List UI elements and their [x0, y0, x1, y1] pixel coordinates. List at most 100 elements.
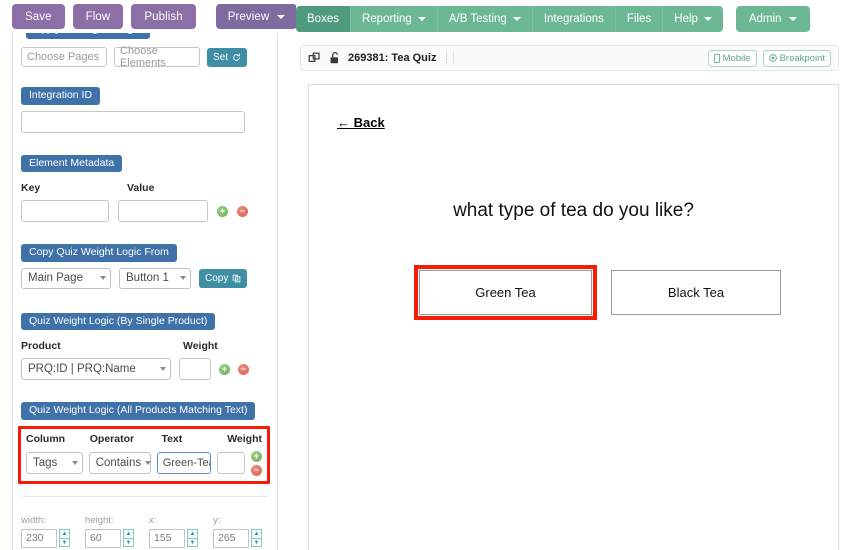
metadata-value-label: Value	[127, 182, 155, 194]
top-nav-bar: Boxes Reporting A/B Testing Integrations…	[296, 0, 843, 32]
height-stepper[interactable]: ▲ ▼	[123, 529, 134, 547]
chevron-down-icon	[512, 16, 521, 21]
back-link[interactable]: ← Back	[337, 115, 385, 130]
metadata-key-label: Key	[21, 182, 41, 194]
breakpoint-button[interactable]: Breakpoint	[762, 49, 831, 67]
column-select-value: Tags	[33, 457, 58, 469]
match-text-input[interactable]: Green-Tea	[156, 452, 212, 474]
upload-button[interactable]	[277, 524, 278, 548]
integration-id-input[interactable]	[21, 110, 245, 133]
operator-label: Operator	[89, 432, 135, 445]
app-root: Save Flow Publish Preview Apply To Singl…	[0, 0, 843, 550]
height-label: height:	[85, 514, 114, 526]
nav-item-boxes[interactable]: Boxes	[296, 5, 351, 32]
stepper-down-icon[interactable]: ▼	[187, 538, 198, 547]
x-label: x:	[149, 514, 157, 526]
copy-icon	[233, 274, 241, 282]
copy-button[interactable]: Copy	[199, 268, 248, 288]
stepper-up-icon[interactable]: ▲	[123, 529, 134, 538]
chevron-down-icon	[100, 276, 106, 280]
product-select[interactable]: PRQ:ID | PRQ:Name	[21, 358, 171, 380]
choose-elements-input[interactable]: Choose Elements	[114, 45, 200, 69]
save-button[interactable]: Save	[12, 4, 65, 29]
x-input[interactable]: 155	[149, 528, 185, 548]
weight-label-single: Weight	[183, 340, 218, 352]
choice-black-tea[interactable]: Black Tea	[611, 270, 781, 315]
mobile-toggle-button[interactable]: Mobile	[707, 49, 757, 67]
nav-item-integrations[interactable]: Integrations	[533, 5, 616, 32]
nav-item-files[interactable]: Files	[616, 5, 664, 32]
metadata-header-row: Key Value	[21, 182, 269, 194]
breakpoint-label: Breakpoint	[779, 52, 825, 64]
x-field: x: 155 ▲ ▼	[149, 515, 198, 548]
nav-item-help[interactable]: Help	[663, 6, 723, 32]
column-label: Column	[26, 432, 66, 445]
nav-item-reporting-label: Reporting	[361, 12, 412, 25]
apply-section-badge: Apply To Single Widget	[26, 33, 150, 39]
choice-green-tea[interactable]: Green Tea	[419, 270, 592, 315]
stepper-up-icon[interactable]: ▲	[187, 529, 198, 538]
product-select-value: PRQ:ID | PRQ:Name	[28, 363, 136, 375]
y-stepper[interactable]: ▲ ▼	[251, 529, 262, 547]
copy-quiz-weight-row: Main Page Button 1 Copy	[21, 267, 269, 289]
stepper-down-icon[interactable]: ▼	[123, 538, 134, 547]
chevron-down-icon	[417, 16, 426, 21]
apply-section-badge-clipped: Apply To Single Widget	[26, 33, 188, 41]
upload-person-icon	[277, 529, 278, 542]
quiz-weight-matching-badge: Quiz Weight Logic (All Products Matching…	[21, 402, 256, 420]
metadata-remove-row-icon[interactable]: −	[237, 205, 248, 217]
single-add-row-icon[interactable]: +	[219, 363, 230, 375]
preview-button[interactable]: Preview	[215, 4, 298, 29]
nav-item-reporting[interactable]: Reporting	[351, 5, 438, 32]
editor-toolbar: Save Flow Publish Preview	[0, 0, 298, 33]
x-stepper[interactable]: ▲ ▼	[187, 529, 198, 547]
metadata-key-input[interactable]	[21, 200, 109, 222]
drag-grip-icon[interactable]: ┊┊	[443, 53, 457, 64]
operator-select-value: Contains	[95, 457, 142, 469]
width-input[interactable]: 230	[21, 528, 57, 548]
publish-button[interactable]: Publish	[131, 4, 196, 29]
set-button-label: Set	[213, 51, 229, 63]
column-select[interactable]: Tags	[26, 452, 83, 474]
stepper-up-icon[interactable]: ▲	[251, 529, 262, 538]
matching-add-row-icon[interactable]: +	[251, 450, 262, 462]
element-metadata-badge: Element Metadata	[21, 154, 123, 172]
height-input[interactable]: 60	[85, 528, 121, 548]
nav-item-ab-testing[interactable]: A/B Testing	[438, 5, 533, 32]
copy-boxes-icon[interactable]	[308, 52, 321, 65]
quiz-weight-matching-row: Tags Contains Green-Tea + −	[26, 450, 262, 476]
breakpoint-target-icon	[768, 54, 777, 62]
single-remove-row-icon[interactable]: −	[238, 363, 249, 375]
copy-quiz-weight-badge: Copy Quiz Weight Logic From	[21, 244, 177, 262]
page-canvas[interactable]: ← Back what type of tea do you like? Gre…	[308, 84, 839, 550]
choose-pages-input[interactable]: Choose Pages	[21, 47, 107, 67]
set-button[interactable]: Set	[207, 47, 248, 67]
mobile-device-icon	[713, 53, 720, 63]
stepper-down-icon[interactable]: ▼	[251, 538, 262, 547]
quiz-weight-single-row: PRQ:ID | PRQ:Name + −	[21, 358, 269, 380]
unlocked-padlock-icon[interactable]	[329, 51, 341, 65]
flow-button[interactable]: Flow	[72, 4, 124, 29]
settings-scroll-pane[interactable]: Apply To Single Widget Choose Pages Choo…	[12, 33, 278, 550]
y-label: y:	[213, 514, 221, 526]
single-weight-input[interactable]	[179, 358, 211, 380]
operator-select[interactable]: Contains	[88, 452, 152, 474]
quiz-weight-single-header: Product Weight	[21, 340, 269, 352]
nav-item-help-label: Help	[674, 12, 698, 25]
y-input[interactable]: 265	[213, 528, 249, 548]
metadata-input-row: + −	[21, 200, 269, 222]
copy-source-page-select[interactable]: Main Page	[21, 267, 111, 289]
matching-remove-row-icon[interactable]: −	[251, 464, 262, 476]
copy-source-button-select[interactable]: Button 1	[119, 267, 191, 289]
chevron-down-icon	[145, 461, 152, 465]
stepper-up-icon[interactable]: ▲	[59, 529, 70, 538]
nav-item-admin[interactable]: Admin	[735, 5, 811, 32]
width-stepper[interactable]: ▲ ▼	[59, 529, 70, 547]
metadata-add-row-icon[interactable]: +	[217, 205, 228, 217]
nav-item-files-label: Files	[626, 12, 652, 25]
metadata-value-input[interactable]	[118, 200, 208, 222]
quiz-weight-single-badge: Quiz Weight Logic (By Single Product)	[21, 312, 216, 330]
dimensions-row: width: 230 ▲ ▼ height: 60 ▲ ▼ x: 155 ▲ ▼…	[21, 515, 269, 548]
stepper-down-icon[interactable]: ▼	[59, 538, 70, 547]
matching-weight-input[interactable]	[217, 452, 245, 474]
